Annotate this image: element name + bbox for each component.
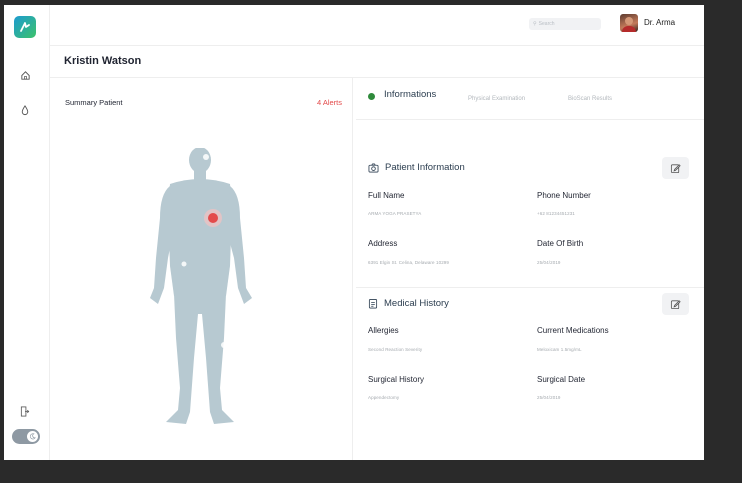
field-value-address: 6391 Elgin St. Celina, Delaware 10299	[368, 260, 449, 265]
search-placeholder: Search	[538, 21, 555, 27]
edit-patient-information-button[interactable]	[662, 157, 689, 179]
patient-information-title: Patient Information	[368, 162, 465, 173]
body-marker-head	[203, 154, 209, 160]
field-value-full-name: ARMA YOGA PRASETYA	[368, 211, 422, 216]
app-window: ⚲ Search Dr. Arma Kristin Watson Summary…	[4, 5, 704, 460]
home-icon[interactable]	[17, 67, 33, 83]
edit-icon	[670, 163, 681, 173]
section-title-text: Medical History	[384, 298, 449, 309]
clipboard-icon	[368, 299, 378, 309]
body-marker-chest-alert	[208, 213, 218, 223]
search-icon: ⚲	[533, 21, 537, 27]
field-label-allergies: Allergies	[368, 326, 399, 335]
search-input[interactable]: ⚲ Search	[529, 18, 601, 30]
tab-bioscan-results[interactable]: BioScan Results	[568, 96, 612, 102]
alerts-link[interactable]: 4 Alerts	[317, 98, 342, 107]
body-diagram	[150, 148, 252, 424]
field-label-surgical-history: Surgical History	[368, 375, 425, 384]
drop-icon[interactable]	[17, 102, 33, 118]
field-label-phone: Phone Number	[537, 191, 591, 200]
body-marker-knee	[221, 342, 227, 348]
field-value-surgical-history: Appendectomy	[368, 395, 400, 400]
field-value-surgical-date: 25/04/2019	[537, 395, 561, 400]
summary-label: Summary Patient	[65, 98, 123, 107]
edit-icon	[670, 299, 681, 309]
field-value-allergies: Second Reaction Severity	[368, 347, 423, 352]
app-logo[interactable]	[14, 16, 36, 38]
sidebar	[4, 5, 50, 460]
avatar[interactable]	[620, 14, 638, 32]
tab-bar: Informations Physical Examination BioSca…	[356, 85, 704, 120]
field-label-full-name: Full Name	[368, 191, 405, 200]
theme-toggle[interactable]	[12, 429, 40, 444]
field-value-dob: 25/04/2019	[537, 260, 561, 265]
edit-medical-history-button[interactable]	[662, 293, 689, 315]
summary-panel: Summary Patient 4 Alerts	[49, 78, 353, 460]
medical-history-title: Medical History	[368, 298, 449, 309]
top-bar: ⚲ Search Dr. Arma	[49, 5, 704, 46]
field-label-dob: Date Of Birth	[537, 239, 584, 248]
section-title-text: Patient Information	[385, 162, 465, 173]
field-label-surgical-date: Surgical Date	[537, 375, 586, 384]
section-divider	[356, 287, 704, 288]
camera-icon	[368, 163, 379, 172]
active-tab-indicator	[368, 93, 375, 100]
field-value-current-medications: Meloxicam 1.5mg/mL	[537, 347, 582, 352]
tab-physical-examination[interactable]: Physical Examination	[468, 96, 525, 102]
page-title: Kristin Watson	[64, 55, 142, 67]
field-label-address: Address	[368, 239, 398, 248]
moon-icon	[27, 431, 38, 442]
tab-informations[interactable]: Informations	[384, 89, 436, 100]
body-marker-hip	[181, 261, 187, 267]
logout-icon[interactable]	[17, 403, 33, 419]
field-label-current-medications: Current Medications	[537, 326, 609, 335]
field-value-phone: +62 81234451231	[537, 211, 575, 216]
user-name[interactable]: Dr. Arma	[644, 18, 675, 27]
